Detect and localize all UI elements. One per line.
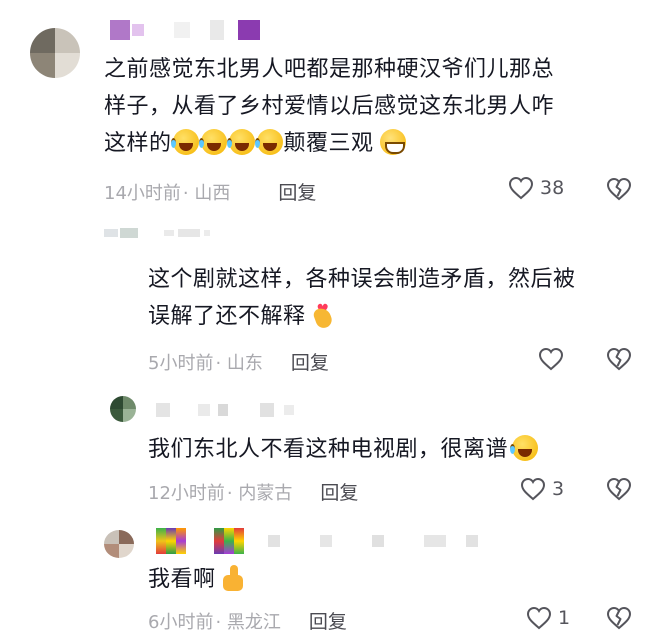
like-button[interactable]: 3 bbox=[520, 477, 564, 501]
laugh-cry-emoji bbox=[198, 129, 227, 155]
like-count: 3 bbox=[552, 478, 565, 500]
user-avatar[interactable] bbox=[104, 530, 134, 558]
username-obscured[interactable] bbox=[104, 224, 210, 242]
comment-text-segment: 颠覆三观 bbox=[283, 131, 374, 156]
comment-region: · 内蒙古 bbox=[226, 482, 293, 504]
comment-text-line: 这样的 颠覆三观 bbox=[104, 125, 644, 162]
user-avatar[interactable] bbox=[30, 28, 80, 78]
comment-text-line: 之前感觉东北男人吧都是那种硬汉爷们儿那总 bbox=[104, 57, 555, 82]
comment-meta: 5小时前 · 山东 回复 bbox=[148, 348, 329, 375]
username-obscured[interactable] bbox=[156, 402, 294, 418]
comment-thread: 之前感觉东北男人吧都是那种硬汉爷们儿那总 样子，从看了乡村爱情以后感觉这东北男人… bbox=[0, 0, 660, 641]
comment-text-segment: 误解了还不解释 bbox=[148, 304, 306, 329]
comment-text-line: 我看啊 bbox=[148, 561, 648, 598]
comment-text-line: 误解了还不解释 bbox=[148, 292, 648, 335]
dislike-button[interactable] bbox=[606, 606, 632, 634]
heart-outline-icon bbox=[508, 176, 534, 200]
comment-text: 我看啊 bbox=[148, 561, 648, 598]
comment-text-line: 我们东北人不看这种电视剧，很离谱 bbox=[148, 431, 648, 468]
comment-text-line: 这个剧就这样，各种误会制造矛盾，然后被 bbox=[148, 267, 576, 292]
heart-outline-icon bbox=[538, 347, 564, 371]
grin-emoji bbox=[379, 129, 406, 155]
comment-text: 我们东北人不看这种电视剧，很离谱 bbox=[148, 431, 648, 468]
user-avatar[interactable] bbox=[110, 396, 136, 422]
comment-time: 5小时前 bbox=[148, 352, 214, 374]
dislike-button[interactable] bbox=[606, 477, 632, 505]
comment-time: 12小时前 bbox=[148, 482, 225, 504]
broken-heart-icon bbox=[606, 477, 632, 501]
like-button[interactable]: 38 bbox=[508, 176, 564, 200]
reply-button[interactable]: 回复 bbox=[309, 607, 347, 634]
laugh-cry-emoji bbox=[170, 129, 199, 155]
comment-meta: 14小时前 · 山西 回复 bbox=[104, 178, 316, 205]
broken-heart-icon bbox=[606, 606, 632, 630]
dislike-button[interactable] bbox=[606, 177, 632, 205]
comment-region: · 黑龙江 bbox=[215, 611, 281, 633]
laugh-cry-emoji bbox=[254, 129, 283, 155]
comment-region: · 山西 bbox=[182, 182, 231, 204]
heart-outline-icon bbox=[520, 477, 546, 501]
heart-outline-icon bbox=[526, 606, 552, 630]
comment-text-line: 样子，从看了乡村爱情以后感觉这东北男人咋 bbox=[104, 94, 555, 119]
broken-heart-icon bbox=[606, 177, 632, 201]
comment-time: 6小时前 bbox=[148, 611, 214, 633]
laugh-cry-emoji bbox=[226, 129, 255, 155]
dislike-button[interactable] bbox=[606, 347, 632, 375]
reply-button[interactable]: 回复 bbox=[320, 478, 358, 505]
like-button[interactable]: 1 bbox=[526, 606, 570, 630]
comment-time: 14小时前 bbox=[104, 182, 181, 204]
comment-text-segment: 我们东北人不看这种电视剧，很离谱 bbox=[148, 437, 509, 462]
laugh-cry-emoji bbox=[510, 435, 539, 461]
reply-button[interactable]: 回复 bbox=[291, 348, 329, 375]
comment-text-segment: 这样的 bbox=[104, 131, 172, 156]
broken-heart-icon bbox=[606, 347, 632, 371]
like-count: 1 bbox=[558, 607, 571, 629]
comment-meta: 6小时前 · 黑龙江 回复 bbox=[148, 607, 347, 634]
comment-meta: 12小时前 · 内蒙古 回复 bbox=[148, 478, 358, 505]
username-obscured[interactable] bbox=[156, 526, 478, 556]
comment-text: 之前感觉东北男人吧都是那种硬汉爷们儿那总 样子，从看了乡村爱情以后感觉这东北男人… bbox=[104, 51, 644, 162]
like-count: 38 bbox=[540, 177, 565, 199]
thumbs-up-emoji bbox=[220, 565, 246, 591]
comment-text-segment: 我看啊 bbox=[148, 567, 216, 592]
heart-hand-emoji bbox=[310, 292, 336, 329]
reply-button[interactable]: 回复 bbox=[278, 178, 316, 205]
comment-region: · 山东 bbox=[215, 352, 263, 374]
comment-text: 这个剧就这样，各种误会制造矛盾，然后被 误解了还不解释 bbox=[148, 261, 648, 335]
like-button[interactable] bbox=[538, 347, 570, 371]
username-obscured[interactable] bbox=[110, 20, 260, 40]
